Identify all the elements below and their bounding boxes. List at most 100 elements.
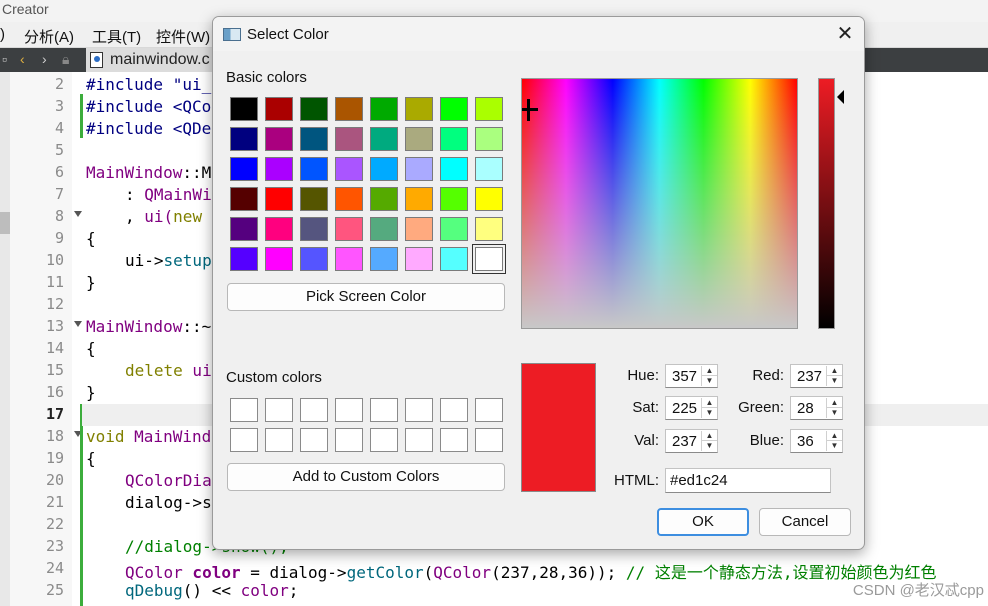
basic-color-swatch[interactable]	[300, 187, 328, 211]
basic-color-swatch[interactable]	[335, 127, 363, 151]
custom-color-swatch[interactable]	[335, 398, 363, 422]
basic-color-swatch[interactable]	[440, 127, 468, 151]
hue-spinbox[interactable]: 357 ▲ ▼	[665, 364, 718, 388]
menu-item-controls[interactable]: 控件(W)	[156, 26, 210, 47]
pick-screen-color-button[interactable]: Pick Screen Color	[227, 283, 505, 311]
basic-color-swatch[interactable]	[405, 127, 433, 151]
basic-color-swatch[interactable]	[265, 247, 293, 271]
basic-color-swatch[interactable]	[335, 187, 363, 211]
custom-color-swatch[interactable]	[300, 398, 328, 422]
fold-arrow-icon[interactable]	[74, 321, 82, 327]
close-icon[interactable]: ✕	[831, 21, 859, 47]
basic-color-swatch[interactable]	[265, 97, 293, 121]
custom-color-swatch[interactable]	[265, 398, 293, 422]
spin-up-icon[interactable]: ▲	[827, 366, 842, 376]
spin-up-icon[interactable]: ▲	[827, 398, 842, 408]
basic-color-swatch[interactable]	[440, 97, 468, 121]
custom-color-swatch[interactable]	[475, 398, 503, 422]
menu-item-tools[interactable]: 工具(T)	[92, 26, 141, 47]
html-color-input[interactable]: #ed1c24	[665, 468, 831, 493]
basic-color-swatch[interactable]	[335, 157, 363, 181]
basic-color-swatch[interactable]	[300, 247, 328, 271]
back-icon[interactable]: ‹	[20, 51, 25, 67]
custom-color-swatch[interactable]	[230, 398, 258, 422]
basic-color-swatch[interactable]	[472, 244, 506, 274]
custom-color-swatch[interactable]	[440, 428, 468, 452]
basic-color-swatch[interactable]	[230, 217, 258, 241]
basic-color-swatch[interactable]	[370, 187, 398, 211]
spin-down-icon[interactable]: ▼	[702, 376, 717, 386]
spin-down-icon[interactable]: ▼	[702, 408, 717, 418]
basic-color-swatch[interactable]	[475, 127, 503, 151]
basic-color-swatch[interactable]	[440, 247, 468, 271]
basic-color-swatch[interactable]	[230, 157, 258, 181]
custom-color-swatch[interactable]	[300, 428, 328, 452]
basic-color-swatch[interactable]	[405, 97, 433, 121]
custom-color-swatch[interactable]	[230, 428, 258, 452]
custom-color-swatch[interactable]	[370, 398, 398, 422]
spin-up-icon[interactable]: ▲	[702, 366, 717, 376]
fold-arrow-icon[interactable]	[74, 211, 82, 217]
value-slider[interactable]	[818, 78, 835, 329]
basic-color-swatch[interactable]	[405, 157, 433, 181]
basic-color-swatch[interactable]	[300, 157, 328, 181]
spin-up-icon[interactable]: ▲	[827, 431, 842, 441]
spin-up-icon[interactable]: ▲	[702, 398, 717, 408]
basic-color-swatch[interactable]	[440, 157, 468, 181]
custom-color-swatch[interactable]	[335, 428, 363, 452]
basic-color-swatch[interactable]	[405, 247, 433, 271]
menu-item-analyze[interactable]: 分析(A)	[24, 26, 74, 47]
ok-button[interactable]: OK	[657, 508, 749, 536]
basic-color-swatch[interactable]	[370, 247, 398, 271]
basic-color-swatch[interactable]	[230, 97, 258, 121]
basic-color-swatch[interactable]	[475, 157, 503, 181]
basic-color-swatch[interactable]	[300, 127, 328, 151]
basic-color-swatch[interactable]	[230, 187, 258, 211]
spin-down-icon[interactable]: ▼	[827, 376, 842, 386]
basic-color-swatch[interactable]	[370, 97, 398, 121]
basic-color-swatch[interactable]	[475, 217, 503, 241]
basic-color-swatch[interactable]	[370, 157, 398, 181]
basic-color-swatch[interactable]	[265, 127, 293, 151]
hue-saturation-picker[interactable]	[521, 78, 798, 329]
dialog-title-bar[interactable]: Select Color ✕	[213, 17, 864, 51]
custom-color-swatch[interactable]	[265, 428, 293, 452]
custom-color-swatch[interactable]	[475, 428, 503, 452]
basic-color-swatch[interactable]	[405, 217, 433, 241]
val-spinbox[interactable]: 237 ▲ ▼	[665, 429, 718, 453]
forward-icon[interactable]: ›	[42, 51, 47, 67]
basic-color-swatch[interactable]	[230, 247, 258, 271]
red-spinbox[interactable]: 237 ▲ ▼	[790, 364, 843, 388]
menu-item-partial[interactable]: )	[0, 26, 5, 43]
custom-color-swatch[interactable]	[405, 428, 433, 452]
basic-color-swatch[interactable]	[440, 187, 468, 211]
spin-down-icon[interactable]: ▼	[827, 441, 842, 451]
spin-down-icon[interactable]: ▼	[702, 441, 717, 451]
basic-color-swatch[interactable]	[335, 247, 363, 271]
basic-color-swatch[interactable]	[265, 157, 293, 181]
basic-color-swatch[interactable]	[300, 97, 328, 121]
tab-mainwindow[interactable]: mainwindow.c	[86, 48, 226, 72]
basic-color-swatch[interactable]	[230, 127, 258, 151]
custom-color-swatch[interactable]	[405, 398, 433, 422]
cancel-button[interactable]: Cancel	[759, 508, 851, 536]
basic-color-swatch[interactable]	[335, 97, 363, 121]
basic-color-swatch[interactable]	[370, 127, 398, 151]
basic-color-swatch[interactable]	[475, 97, 503, 121]
value-slider-arrow-icon[interactable]	[837, 90, 844, 104]
basic-color-swatch[interactable]	[265, 217, 293, 241]
basic-color-swatch[interactable]	[475, 187, 503, 211]
spin-up-icon[interactable]: ▲	[702, 431, 717, 441]
basic-color-swatch[interactable]	[265, 187, 293, 211]
custom-color-swatch[interactable]	[440, 398, 468, 422]
custom-color-swatch[interactable]	[370, 428, 398, 452]
basic-color-swatch[interactable]	[405, 187, 433, 211]
add-to-custom-colors-button[interactable]: Add to Custom Colors	[227, 463, 505, 491]
tab-menu-icon[interactable]: ▫	[2, 51, 7, 67]
sat-spinbox[interactable]: 225 ▲ ▼	[665, 396, 718, 420]
basic-color-swatch[interactable]	[440, 217, 468, 241]
basic-color-swatch[interactable]	[335, 217, 363, 241]
basic-color-swatch[interactable]	[370, 217, 398, 241]
blue-spinbox[interactable]: 36 ▲ ▼	[790, 429, 843, 453]
green-spinbox[interactable]: 28 ▲ ▼	[790, 396, 843, 420]
